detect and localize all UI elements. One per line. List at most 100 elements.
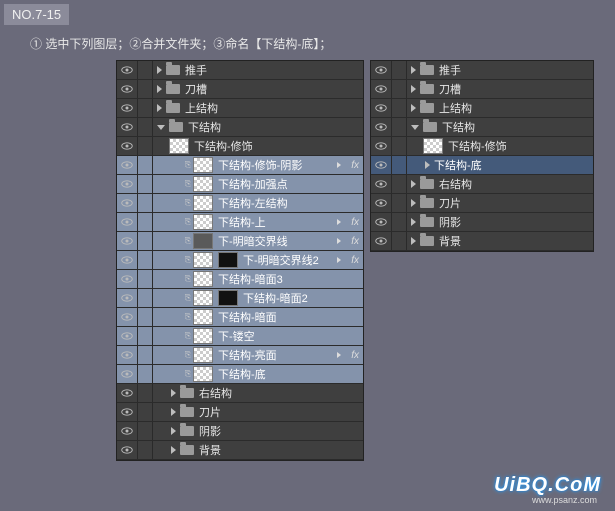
row-content[interactable]: ⎘下结构-暗面2 bbox=[153, 289, 363, 307]
layer-thumbnail[interactable] bbox=[193, 214, 213, 230]
visibility-eye-icon[interactable] bbox=[371, 156, 392, 174]
layer-row[interactable]: 右结构 bbox=[371, 175, 593, 194]
fx-badge[interactable]: fx bbox=[351, 350, 359, 361]
layer-row[interactable]: 刀槽 bbox=[117, 80, 363, 99]
disclosure-triangle-icon[interactable] bbox=[171, 389, 176, 397]
layer-thumbnail[interactable] bbox=[193, 366, 213, 382]
fx-expand-icon[interactable] bbox=[337, 238, 341, 244]
disclosure-triangle-icon[interactable] bbox=[171, 408, 176, 416]
layer-row[interactable]: ⎘下结构-底 bbox=[117, 365, 363, 384]
disclosure-triangle-icon[interactable] bbox=[157, 85, 162, 93]
visibility-eye-icon[interactable] bbox=[117, 80, 138, 98]
visibility-eye-icon[interactable] bbox=[117, 156, 138, 174]
row-content[interactable]: ⎘下-明暗交界线 bbox=[153, 232, 363, 250]
row-content[interactable]: 右结构 bbox=[407, 175, 593, 193]
visibility-eye-icon[interactable] bbox=[117, 99, 138, 117]
layer-row[interactable]: 下结构 bbox=[371, 118, 593, 137]
layer-row[interactable]: ⎘下结构-暗面3 bbox=[117, 270, 363, 289]
layer-thumbnail[interactable] bbox=[193, 233, 213, 249]
row-content[interactable]: ⎘下结构-加强点 bbox=[153, 175, 363, 193]
layer-row[interactable]: ⎘下结构-暗面2 bbox=[117, 289, 363, 308]
visibility-eye-icon[interactable] bbox=[117, 441, 138, 459]
row-content[interactable]: 下结构 bbox=[153, 118, 363, 136]
disclosure-triangle-icon[interactable] bbox=[411, 180, 416, 188]
visibility-eye-icon[interactable] bbox=[371, 61, 392, 79]
row-content[interactable]: ⎘下-镂空 bbox=[153, 327, 363, 345]
row-content[interactable]: 下结构 bbox=[407, 118, 593, 136]
row-content[interactable]: 下结构-修饰 bbox=[153, 137, 363, 155]
visibility-eye-icon[interactable] bbox=[371, 80, 392, 98]
disclosure-triangle-icon[interactable] bbox=[425, 161, 430, 169]
visibility-eye-icon[interactable] bbox=[117, 137, 138, 155]
row-content[interactable]: ⎘下结构-上 bbox=[153, 213, 363, 231]
visibility-eye-icon[interactable] bbox=[117, 327, 138, 345]
visibility-eye-icon[interactable] bbox=[371, 194, 392, 212]
fx-badge[interactable]: fx bbox=[351, 160, 359, 171]
fx-expand-icon[interactable] bbox=[337, 162, 341, 168]
layers-panel-before[interactable]: 推手刀槽上结构下结构下结构-修饰⎘下结构-修饰-阴影fx⎘下结构-加强点⎘下结构… bbox=[116, 60, 364, 461]
row-content[interactable]: ⎘下结构-暗面3 bbox=[153, 270, 363, 288]
visibility-eye-icon[interactable] bbox=[117, 289, 138, 307]
visibility-eye-icon[interactable] bbox=[117, 61, 138, 79]
layer-thumbnail[interactable] bbox=[193, 252, 213, 268]
visibility-eye-icon[interactable] bbox=[371, 137, 392, 155]
row-content[interactable]: ⎘下结构-修饰-阴影 bbox=[153, 156, 363, 174]
visibility-eye-icon[interactable] bbox=[117, 422, 138, 440]
row-content[interactable]: 背景 bbox=[407, 232, 593, 250]
visibility-eye-icon[interactable] bbox=[117, 232, 138, 250]
visibility-eye-icon[interactable] bbox=[117, 251, 138, 269]
disclosure-triangle-icon[interactable] bbox=[411, 85, 416, 93]
visibility-eye-icon[interactable] bbox=[117, 308, 138, 326]
layer-row[interactable]: ⎘下结构-加强点 bbox=[117, 175, 363, 194]
row-content[interactable]: 下结构-修饰 bbox=[407, 137, 593, 155]
fx-badge[interactable]: fx bbox=[351, 217, 359, 228]
layer-row[interactable]: 推手 bbox=[371, 61, 593, 80]
layer-row[interactable]: 阴影 bbox=[117, 422, 363, 441]
visibility-eye-icon[interactable] bbox=[117, 365, 138, 383]
layer-row[interactable]: 刀片 bbox=[371, 194, 593, 213]
layer-row[interactable]: ⎘下结构-上fx bbox=[117, 213, 363, 232]
layer-row[interactable]: 下结构-修饰 bbox=[371, 137, 593, 156]
layer-row[interactable]: 上结构 bbox=[117, 99, 363, 118]
row-content[interactable]: 刀片 bbox=[407, 194, 593, 212]
row-content[interactable]: ⎘下结构-暗面 bbox=[153, 308, 363, 326]
disclosure-triangle-icon[interactable] bbox=[157, 104, 162, 112]
layer-thumbnail[interactable] bbox=[423, 138, 443, 154]
row-content[interactable]: 上结构 bbox=[153, 99, 363, 117]
visibility-eye-icon[interactable] bbox=[117, 194, 138, 212]
visibility-eye-icon[interactable] bbox=[117, 270, 138, 288]
layer-row[interactable]: ⎘下结构-左结构 bbox=[117, 194, 363, 213]
row-content[interactable]: ⎘下结构-底 bbox=[153, 365, 363, 383]
disclosure-triangle-icon[interactable] bbox=[157, 66, 162, 74]
layer-mask-thumbnail[interactable] bbox=[218, 290, 238, 306]
layer-thumbnail[interactable] bbox=[193, 290, 213, 306]
row-content[interactable]: 刀槽 bbox=[407, 80, 593, 98]
visibility-eye-icon[interactable] bbox=[117, 403, 138, 421]
disclosure-triangle-icon[interactable] bbox=[411, 66, 416, 74]
layer-row[interactable]: ⎘下结构-亮面fx bbox=[117, 346, 363, 365]
layer-thumbnail[interactable] bbox=[193, 195, 213, 211]
fx-expand-icon[interactable] bbox=[337, 219, 341, 225]
layer-row[interactable]: ⎘下-镂空 bbox=[117, 327, 363, 346]
disclosure-triangle-icon[interactable] bbox=[411, 199, 416, 207]
visibility-eye-icon[interactable] bbox=[117, 346, 138, 364]
layer-row[interactable]: 推手 bbox=[117, 61, 363, 80]
visibility-eye-icon[interactable] bbox=[117, 384, 138, 402]
row-content[interactable]: 上结构 bbox=[407, 99, 593, 117]
row-content[interactable]: 下结构-底 bbox=[407, 156, 593, 174]
visibility-eye-icon[interactable] bbox=[371, 213, 392, 231]
visibility-eye-icon[interactable] bbox=[371, 232, 392, 250]
row-content[interactable]: ⎘下-明暗交界线2 bbox=[153, 251, 363, 269]
visibility-eye-icon[interactable] bbox=[371, 99, 392, 117]
layer-row[interactable]: 下结构-底 bbox=[371, 156, 593, 175]
layer-row[interactable]: 刀槽 bbox=[371, 80, 593, 99]
fx-badge[interactable]: fx bbox=[351, 255, 359, 266]
layer-row[interactable]: 上结构 bbox=[371, 99, 593, 118]
visibility-eye-icon[interactable] bbox=[371, 175, 392, 193]
layer-thumbnail[interactable] bbox=[193, 347, 213, 363]
fx-badge[interactable]: fx bbox=[351, 236, 359, 247]
row-content[interactable]: 推手 bbox=[153, 61, 363, 79]
layer-row[interactable]: ⎘下-明暗交界线fx bbox=[117, 232, 363, 251]
disclosure-triangle-icon[interactable] bbox=[411, 237, 416, 245]
layer-row[interactable]: 下结构-修饰 bbox=[117, 137, 363, 156]
